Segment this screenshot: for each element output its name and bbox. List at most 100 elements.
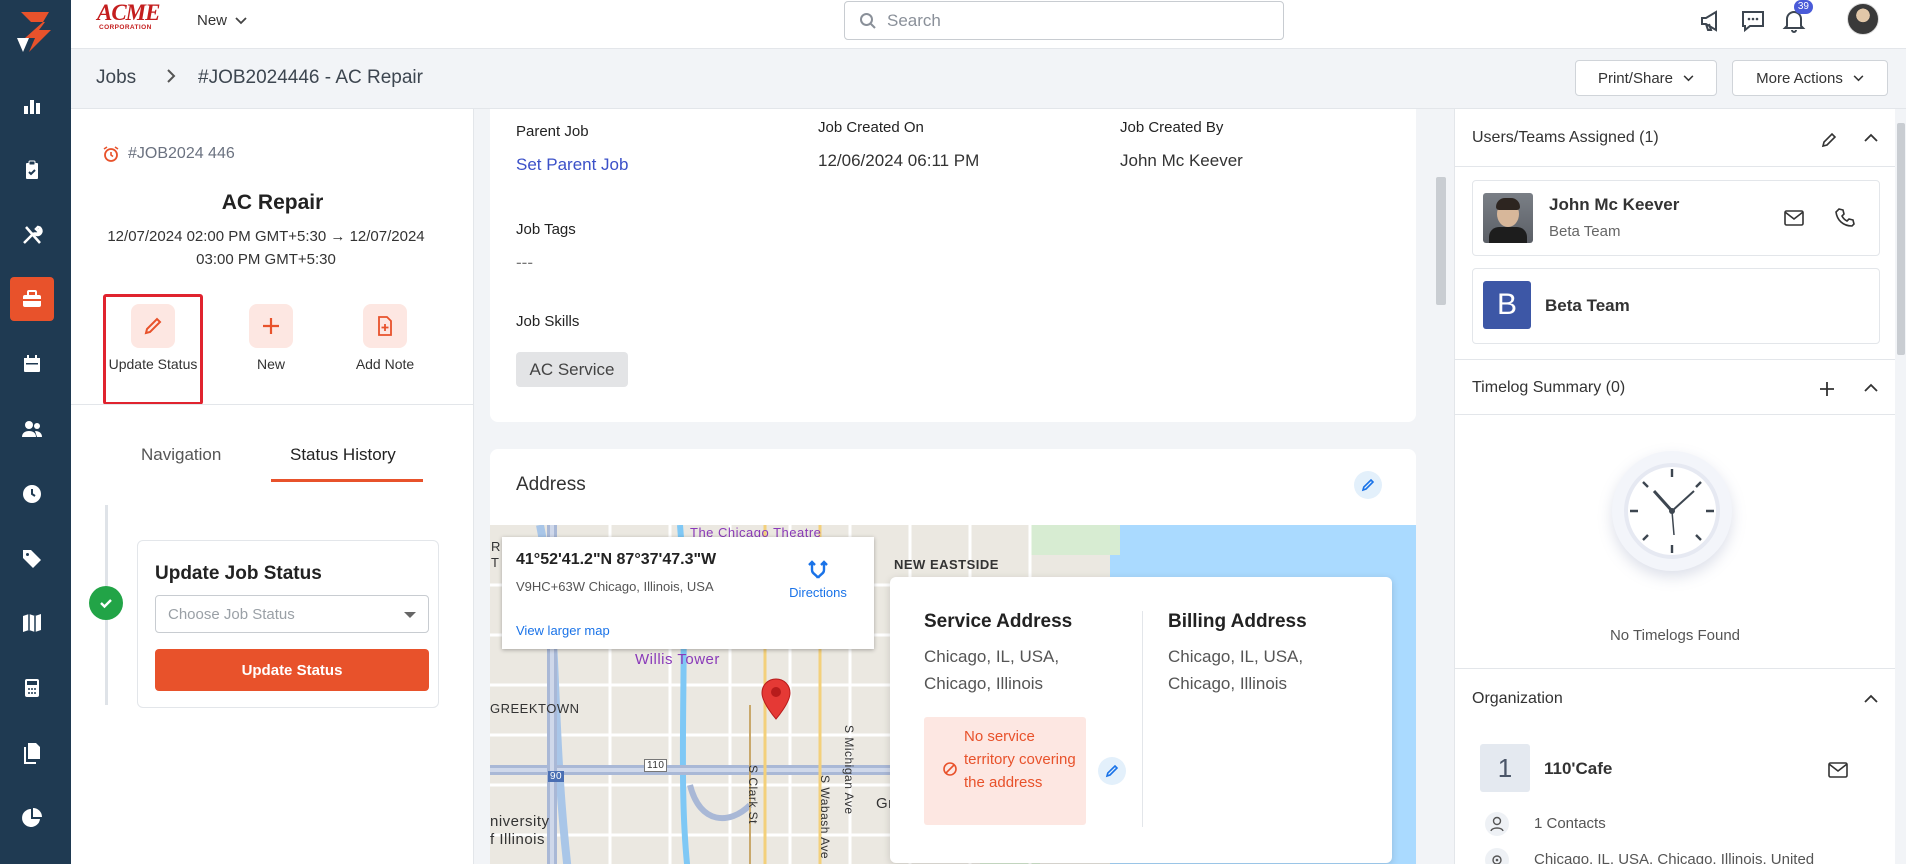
assigned-user-card[interactable]: John Mc Keever Beta Team bbox=[1472, 180, 1880, 256]
main-scrollbar[interactable] bbox=[1434, 109, 1448, 864]
new-menu[interactable]: New bbox=[197, 12, 247, 29]
job-title: AC Repair bbox=[221, 191, 324, 214]
dropdown-caret-icon bbox=[404, 612, 416, 618]
map-coordinates: 41°52'41.2"N 87°37'47.3"W bbox=[516, 551, 717, 568]
section-divider bbox=[1455, 668, 1895, 669]
calendar-icon[interactable] bbox=[10, 342, 54, 386]
tab-navigation[interactable]: Navigation bbox=[141, 445, 221, 465]
assigned-user-name: John Mc Keever bbox=[1549, 195, 1680, 214]
documents-icon[interactable] bbox=[10, 731, 54, 775]
edit-address-pencil-icon[interactable] bbox=[1354, 471, 1382, 499]
email-icon[interactable] bbox=[1827, 761, 1849, 779]
directions-label: Directions bbox=[789, 585, 847, 600]
parent-job-label: Parent Job bbox=[516, 123, 589, 140]
timelog-summary-heading: Timelog Summary (0) bbox=[1472, 379, 1626, 396]
add-note-action[interactable]: Add Note bbox=[335, 304, 435, 372]
map-label-s-michigan: S Michigan Ave bbox=[842, 725, 856, 815]
calculator-icon[interactable] bbox=[10, 666, 54, 710]
set-parent-job-link[interactable]: Set Parent Job bbox=[516, 155, 628, 175]
print-share-button[interactable]: Print/Share bbox=[1575, 60, 1717, 96]
map-label-left-r: R bbox=[491, 539, 501, 554]
address-details-card: Service Address Chicago, IL, USA, Chicag… bbox=[890, 577, 1392, 863]
reports-icon[interactable] bbox=[10, 84, 54, 128]
job-status-placeholder: Choose Job Status bbox=[168, 605, 295, 623]
map-label-left-t: T bbox=[491, 555, 500, 570]
organization-name[interactable]: 110'Cafe bbox=[1544, 759, 1612, 779]
phone-icon[interactable] bbox=[1834, 207, 1856, 229]
add-timelog-plus-icon[interactable] bbox=[1819, 381, 1835, 397]
map-label-willis-tower: Willis Tower bbox=[635, 651, 720, 668]
users-icon[interactable] bbox=[10, 407, 54, 451]
created-on-label: Job Created On bbox=[818, 119, 924, 136]
address-card: Address The Chicago Theatre R T NEW EAST… bbox=[490, 449, 1416, 864]
edit-assignees-pencil-icon[interactable] bbox=[1820, 131, 1838, 149]
check-icon bbox=[89, 586, 123, 620]
collapse-chevron-up-icon[interactable] bbox=[1864, 694, 1878, 704]
no-territory-icon bbox=[943, 762, 957, 776]
search-input[interactable]: Search bbox=[844, 1, 1284, 40]
tag-icon[interactable] bbox=[10, 536, 54, 580]
chat-icon[interactable] bbox=[1738, 6, 1768, 36]
collapse-chevron-up-icon[interactable] bbox=[1864, 383, 1878, 393]
section-divider bbox=[1455, 166, 1895, 167]
job-details-card: Parent Job Set Parent Job Job Created On… bbox=[490, 109, 1416, 422]
bell-icon[interactable]: 39 bbox=[1779, 0, 1813, 36]
billing-address-line2: Chicago, Illinois bbox=[1168, 674, 1288, 693]
user-avatar[interactable] bbox=[1847, 3, 1879, 35]
collapse-chevron-up-icon[interactable] bbox=[1864, 133, 1878, 143]
map-label-s-wabash: S Wabash Ave bbox=[818, 775, 832, 860]
main-scrollbar-thumb[interactable] bbox=[1436, 177, 1446, 305]
job-status-select[interactable]: Choose Job Status bbox=[155, 595, 429, 633]
tools-icon[interactable] bbox=[10, 213, 54, 257]
more-actions-button[interactable]: More Actions bbox=[1732, 60, 1888, 96]
map-pin-icon bbox=[761, 678, 791, 720]
territory-warning-text: No service territory covering the addres… bbox=[964, 728, 1076, 791]
brand-subtitle: CORPORATION bbox=[99, 24, 152, 31]
organization-heading: Organization bbox=[1472, 690, 1563, 707]
organization-avatar: 1 bbox=[1480, 744, 1530, 792]
update-status-action[interactable]: Update Status bbox=[103, 294, 203, 405]
chevron-down-icon bbox=[1853, 74, 1864, 81]
update-status-button[interactable]: Update Status bbox=[155, 649, 429, 691]
map-label-of-illinois: f Illinois bbox=[490, 831, 546, 848]
new-action[interactable]: New bbox=[221, 304, 321, 372]
update-job-status-heading: Update Job Status bbox=[155, 563, 322, 584]
breadcrumb: Jobs #JOB2024446 - AC Repair Print/Share… bbox=[71, 49, 1906, 109]
job-tags-label: Job Tags bbox=[516, 221, 576, 238]
map-label-university: niversity bbox=[490, 813, 550, 830]
right-scrollbar-thumb[interactable] bbox=[1897, 123, 1905, 355]
alarm-clock-icon bbox=[103, 146, 119, 162]
pencil-icon bbox=[131, 304, 175, 348]
brand-name: ACME bbox=[97, 0, 160, 25]
right-scrollbar[interactable] bbox=[1895, 109, 1906, 864]
plus-icon bbox=[249, 304, 293, 348]
email-icon[interactable] bbox=[1783, 209, 1805, 227]
service-address-line2: Chicago, Illinois bbox=[924, 674, 1044, 693]
job-summary-panel: #JOB2024 446 AC Repair 12/07/2024 02:00 … bbox=[71, 109, 474, 864]
megaphone-icon[interactable] bbox=[1696, 6, 1726, 36]
team-avatar: B bbox=[1483, 281, 1531, 329]
breadcrumb-jobs-link[interactable]: Jobs bbox=[96, 67, 136, 89]
service-address-heading: Service Address bbox=[924, 611, 1073, 632]
briefcase-icon[interactable] bbox=[10, 277, 54, 321]
job-tags-value: --- bbox=[516, 253, 533, 272]
print-share-label: Print/Share bbox=[1597, 69, 1674, 87]
assigned-team-card[interactable]: B Beta Team bbox=[1472, 268, 1880, 344]
more-actions-label: More Actions bbox=[1756, 69, 1843, 87]
brand-logo[interactable]: ACME CORPORATION bbox=[97, 0, 173, 34]
pie-chart-icon[interactable] bbox=[10, 796, 54, 840]
clipboard-icon[interactable] bbox=[10, 148, 54, 192]
organization-contacts[interactable]: 1 Contacts bbox=[1534, 815, 1606, 832]
job-number-text: #JOB2024 446 bbox=[128, 145, 235, 162]
organization-address: Chicago, IL, USA, Chicago, Illinois, Uni… bbox=[1534, 851, 1815, 864]
view-larger-map-link[interactable]: View larger map bbox=[516, 623, 610, 638]
tab-status-history[interactable]: Status History bbox=[290, 445, 396, 465]
directions-link[interactable]: Directions bbox=[778, 559, 858, 600]
address-map[interactable]: The Chicago Theatre R T NEW EASTSIDE Wil… bbox=[490, 525, 1416, 864]
app-logo-icon[interactable] bbox=[13, 8, 57, 54]
clock-icon[interactable] bbox=[10, 472, 54, 516]
map-icon[interactable] bbox=[10, 601, 54, 645]
service-address-line1: Chicago, IL, USA, bbox=[924, 647, 1060, 666]
edit-territory-pencil-icon[interactable] bbox=[1098, 757, 1126, 785]
section-divider bbox=[1455, 359, 1895, 360]
